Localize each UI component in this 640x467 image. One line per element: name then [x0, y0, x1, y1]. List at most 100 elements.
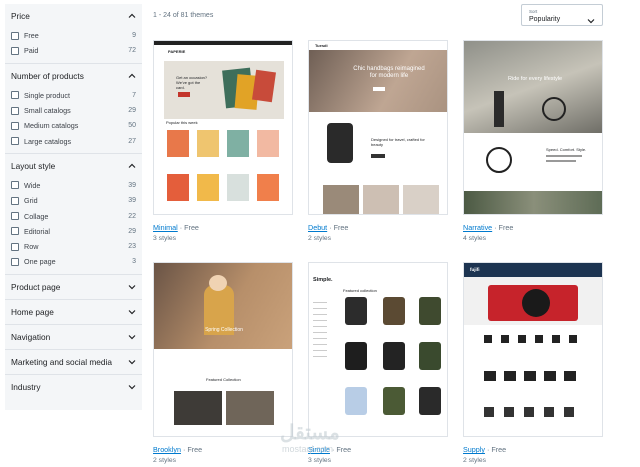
checkbox[interactable] [11, 196, 19, 205]
filter-title: Layout style [11, 160, 56, 171]
option-count: 22 [128, 212, 136, 220]
filter-header-home-page[interactable]: Home page [11, 300, 136, 324]
theme-name-link[interactable]: Narrative [463, 223, 492, 232]
option-label: Large catalogs [24, 136, 72, 146]
option-count: 9 [132, 32, 136, 40]
filter-header-navigation[interactable]: Navigation [11, 325, 136, 349]
option-count: 39 [128, 181, 136, 189]
theme-price: · Free [486, 445, 507, 454]
checkbox[interactable] [11, 91, 19, 100]
theme-styles: 2 styles [308, 235, 332, 242]
checkbox[interactable] [11, 137, 19, 146]
filter-option-row[interactable]: Row 23 [11, 239, 136, 254]
option-label: Row [24, 242, 39, 252]
chevron-down-icon [128, 308, 136, 316]
checkbox[interactable] [11, 121, 19, 130]
theme-thumbnail[interactable]: PAPERIE Get an occasion? We've got the c… [153, 40, 293, 215]
chevron-down-icon [128, 333, 136, 341]
filter-title: Navigation [11, 331, 51, 342]
filter-option-one-page[interactable]: One page 3 [11, 254, 136, 269]
filter-header-marketing[interactable]: Marketing and social media [11, 350, 136, 374]
theme-thumbnail[interactable]: Simple. Featured collection [308, 262, 448, 437]
checkbox[interactable] [11, 106, 19, 115]
checkbox[interactable] [11, 257, 19, 266]
watermark-logo: مستقل [280, 422, 340, 444]
filter-option-medium-catalogs[interactable]: Medium catalogs 50 [11, 118, 136, 133]
option-label: Paid [24, 46, 39, 56]
theme-price: · Free [494, 223, 514, 232]
filter-option-large-catalogs[interactable]: Large catalogs 27 [11, 133, 136, 148]
option-label: Editorial [24, 226, 50, 236]
filter-section-product-page: Product page [5, 275, 142, 300]
theme-price: · Free [182, 445, 203, 454]
theme-thumbnail[interactable]: Ride for every lifestyle Speed. Comfort.… [463, 40, 603, 215]
thumb-hero-text: Ride for every lifestyle [508, 76, 563, 82]
filter-title: Number of products [11, 70, 84, 81]
theme-card-minimal[interactable]: PAPERIE Get an occasion? We've got the c… [153, 40, 294, 242]
filter-title: Marketing and social media [11, 356, 112, 367]
option-count: 50 [128, 122, 136, 130]
checkbox[interactable] [11, 31, 19, 40]
filter-option-single-product[interactable]: Single product 7 [11, 88, 136, 103]
checkbox[interactable] [11, 227, 19, 236]
filter-title: Industry [11, 381, 41, 392]
filter-title: Price [11, 11, 30, 21]
thumb-logo: fujifi [470, 267, 480, 272]
chevron-up-icon [128, 162, 136, 170]
theme-card-debut[interactable]: Tuesdi Chic handbags reimagined for mode… [308, 40, 449, 242]
theme-name-link[interactable]: Brooklyn [153, 445, 181, 454]
theme-card-supply[interactable]: fujifi Supply · Free 2 styles [463, 262, 604, 464]
theme-card-brooklyn[interactable]: Spring Collection Featured Collection Br… [153, 262, 294, 464]
thumb-sub: Featured collection [343, 288, 377, 293]
theme-name-link[interactable]: Minimal [153, 223, 178, 232]
option-label: One page [24, 257, 56, 267]
thumb-hero-text: Spring Collection [205, 327, 243, 333]
option-count: 39 [128, 197, 136, 205]
option-count: 29 [128, 107, 136, 115]
chevron-down-icon [128, 358, 136, 366]
chevron-up-icon [128, 72, 136, 80]
filter-option-editorial[interactable]: Editorial 29 [11, 224, 136, 239]
filter-option-collage[interactable]: Collage 22 [11, 208, 136, 223]
filter-section-navigation: Navigation [5, 325, 142, 350]
filter-header-layout-style[interactable]: Layout style [11, 154, 136, 178]
theme-card-narrative[interactable]: Ride for every lifestyle Speed. Comfort.… [463, 40, 604, 242]
filter-section-number-of-products: Number of products Single product 7 Small… [5, 64, 142, 154]
filter-option-grid[interactable]: Grid 39 [11, 193, 136, 208]
filter-option-paid[interactable]: Paid 72 [11, 43, 136, 58]
theme-price: · Free [329, 223, 349, 232]
theme-thumbnail[interactable]: Tuesdi Chic handbags reimagined for mode… [308, 40, 448, 215]
filter-section-home-page: Home page [5, 300, 142, 325]
checkbox[interactable] [11, 212, 19, 221]
filter-sidebar: Price Free 9 Paid 72 Number of products Si… [5, 4, 142, 410]
sort-select[interactable]: Sort Popularity [521, 4, 603, 26]
option-label: Free [24, 31, 39, 41]
filter-title: Product page [11, 281, 61, 292]
checkbox[interactable] [11, 242, 19, 251]
option-count: 3 [132, 258, 136, 266]
theme-styles: 3 styles [308, 457, 332, 464]
checkbox[interactable] [11, 181, 19, 190]
option-label: Wide [24, 180, 41, 190]
filter-header-industry[interactable]: Industry [11, 375, 136, 399]
thumb-sub: Designed for travel, crafted for beauty [371, 137, 425, 147]
theme-name-link[interactable]: Debut [308, 223, 327, 232]
filter-header-product-page[interactable]: Product page [11, 275, 136, 299]
checkbox[interactable] [11, 46, 19, 55]
filter-option-small-catalogs[interactable]: Small catalogs 29 [11, 103, 136, 118]
filter-header-number-of-products[interactable]: Number of products [11, 64, 136, 88]
sort-value: Popularity [529, 16, 561, 23]
option-label: Grid [24, 196, 38, 206]
filter-section-price: Price Free 9 Paid 72 [5, 4, 142, 64]
theme-name-link[interactable]: Supply [463, 445, 485, 454]
theme-thumbnail[interactable]: Spring Collection Featured Collection [153, 262, 293, 437]
thumb-logo: Simple. [313, 277, 333, 283]
option-count: 72 [128, 47, 136, 55]
filter-header-price[interactable]: Price [11, 4, 136, 28]
results-count: 1 - 24 of 81 themes [153, 12, 214, 19]
theme-price: · Free [179, 223, 199, 232]
theme-thumbnail[interactable]: fujifi [463, 262, 603, 437]
filter-option-free[interactable]: Free 9 [11, 28, 136, 43]
chevron-down-icon [128, 283, 136, 291]
filter-option-wide[interactable]: Wide 39 [11, 178, 136, 193]
